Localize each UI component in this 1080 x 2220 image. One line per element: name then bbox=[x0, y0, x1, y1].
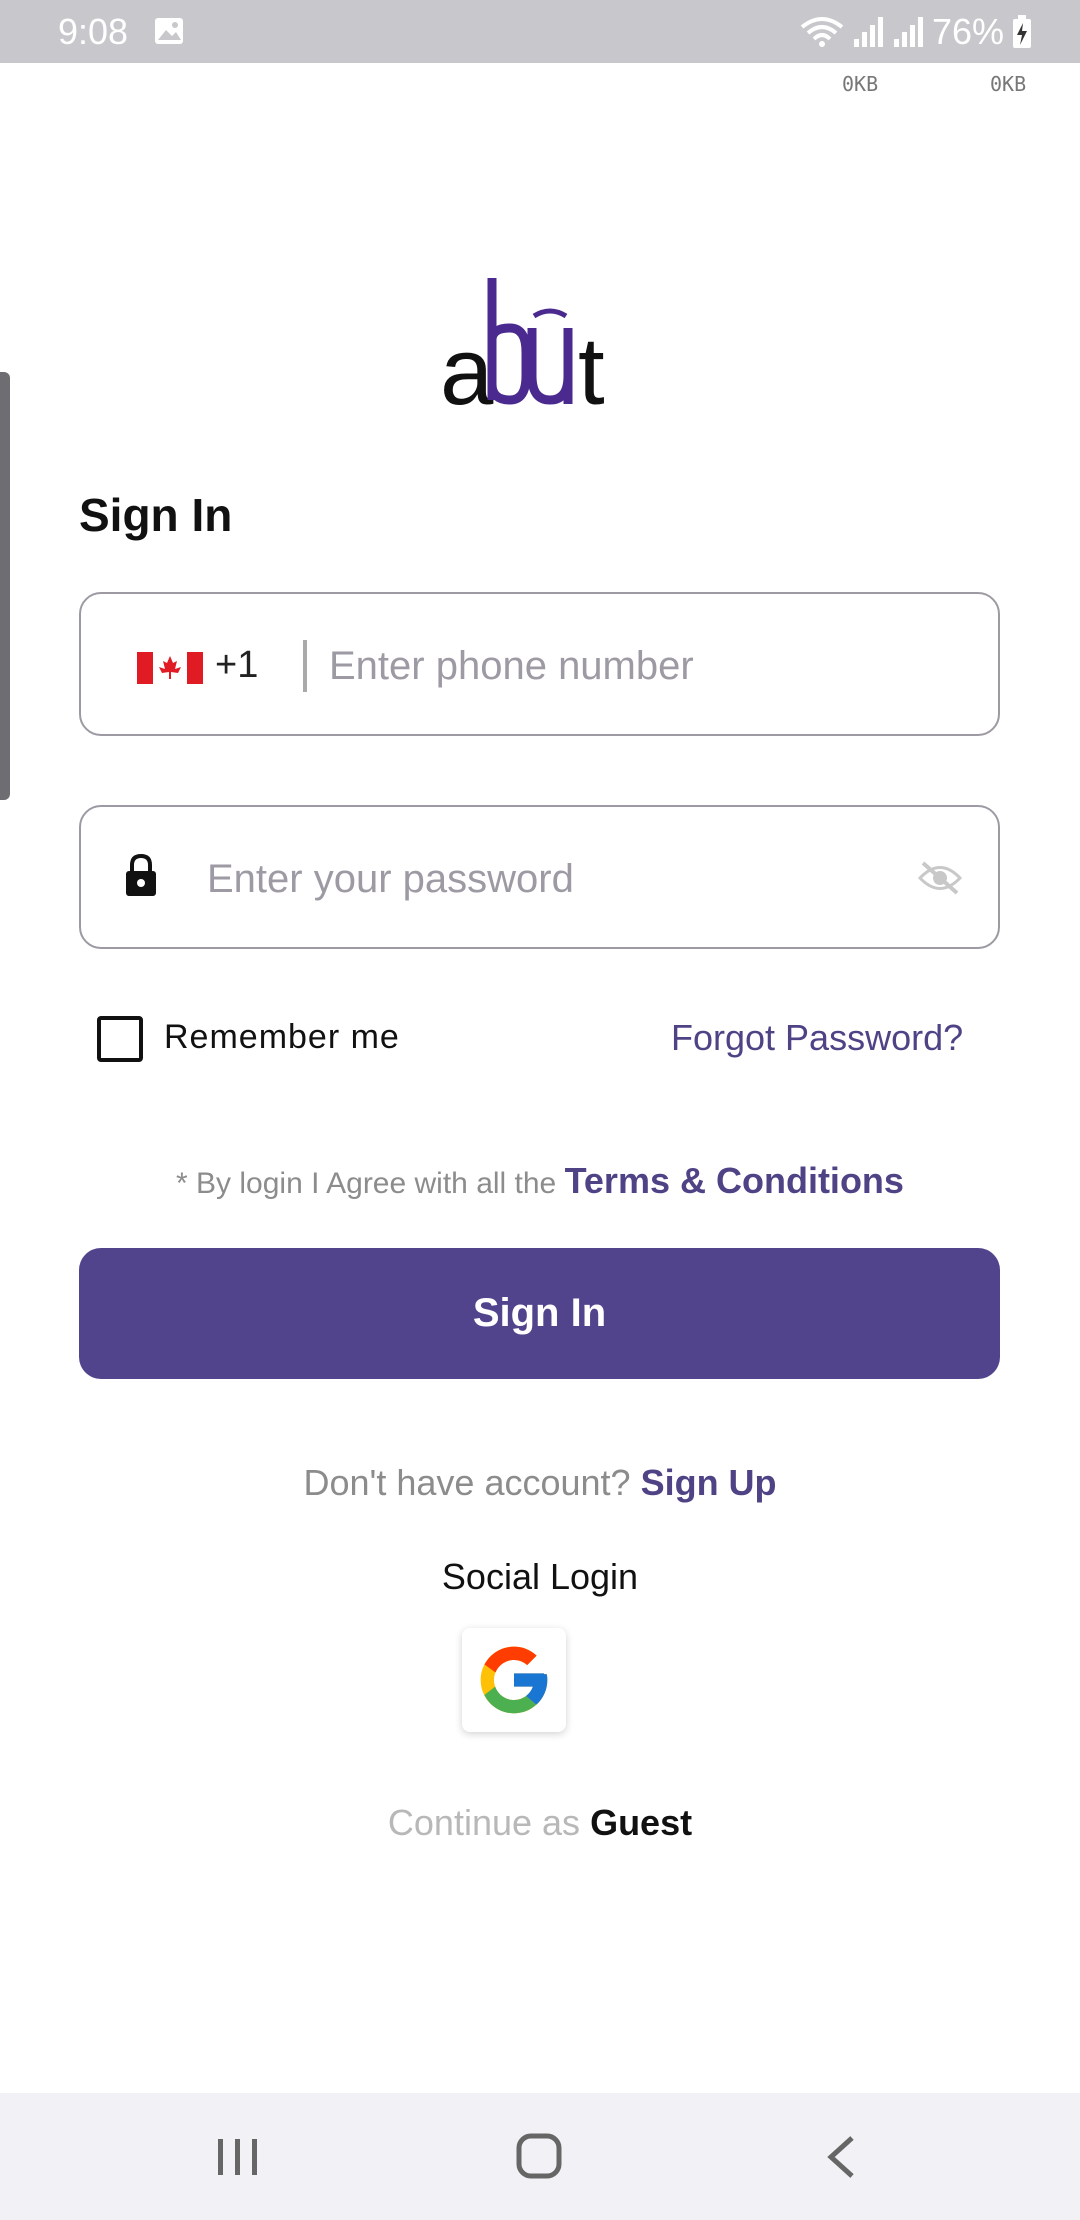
home-icon[interactable] bbox=[516, 2133, 562, 2179]
sign-up-link[interactable]: Sign Up bbox=[641, 1462, 777, 1503]
gallery-icon bbox=[155, 18, 183, 44]
dial-code[interactable]: +1 bbox=[215, 644, 258, 687]
remember-me-checkbox[interactable] bbox=[97, 1016, 143, 1062]
battery-percent: 76% bbox=[931, 11, 1004, 52]
status-bar: 9:08 76% bbox=[0, 0, 1080, 63]
logo-letter-a: a bbox=[440, 318, 494, 422]
terms-link[interactable]: Terms & Conditions bbox=[565, 1160, 904, 1201]
sign-in-button[interactable]: Sign In bbox=[79, 1248, 1000, 1379]
status-time: 9:08 bbox=[58, 11, 129, 52]
page-title: Sign In bbox=[79, 489, 233, 541]
logo-letter-t: t bbox=[578, 318, 605, 422]
signal-icon bbox=[853, 17, 883, 47]
app-logo: a t bbox=[440, 272, 650, 425]
net-speed-down: 0KB bbox=[990, 72, 1027, 96]
system-nav-bar bbox=[0, 2093, 1080, 2220]
back-icon[interactable] bbox=[826, 2135, 856, 2179]
signal-icon bbox=[893, 17, 923, 47]
terms-row: * By login I Agree with all the Terms & … bbox=[0, 1160, 1080, 1202]
phone-input[interactable] bbox=[327, 636, 971, 696]
guest-row: Continue as Guest bbox=[0, 1802, 1080, 1844]
google-login-button[interactable] bbox=[462, 1628, 566, 1732]
google-icon bbox=[480, 1646, 548, 1714]
social-login-label: Social Login bbox=[441, 1556, 639, 1597]
password-input[interactable] bbox=[205, 849, 849, 909]
net-speed-up: 0KB bbox=[842, 72, 879, 96]
field-divider bbox=[303, 640, 307, 692]
eye-off-icon[interactable] bbox=[917, 859, 963, 897]
status-right: 76% bbox=[800, 10, 1032, 54]
guest-link[interactable]: Guest bbox=[590, 1802, 692, 1843]
signup-prompt: Don't have account? bbox=[303, 1462, 631, 1503]
guest-prefix: Continue as bbox=[387, 1802, 581, 1843]
signup-row: Don't have account? Sign Up bbox=[0, 1462, 1080, 1504]
wifi-icon bbox=[800, 17, 844, 47]
recent-apps-icon[interactable] bbox=[216, 2137, 260, 2177]
remember-me-label[interactable]: Remember me bbox=[164, 1018, 400, 1057]
forgot-password-link[interactable]: Forgot Password? bbox=[671, 1017, 963, 1059]
lock-icon bbox=[126, 853, 156, 896]
battery-charging-icon bbox=[1013, 15, 1031, 48]
canada-flag-icon[interactable] bbox=[137, 652, 203, 684]
terms-prefix: * By login I Agree with all the bbox=[176, 1167, 557, 1200]
password-field[interactable] bbox=[79, 805, 1000, 949]
edge-panel-handle[interactable] bbox=[0, 372, 10, 800]
phone-field[interactable]: +1 bbox=[79, 592, 1000, 736]
